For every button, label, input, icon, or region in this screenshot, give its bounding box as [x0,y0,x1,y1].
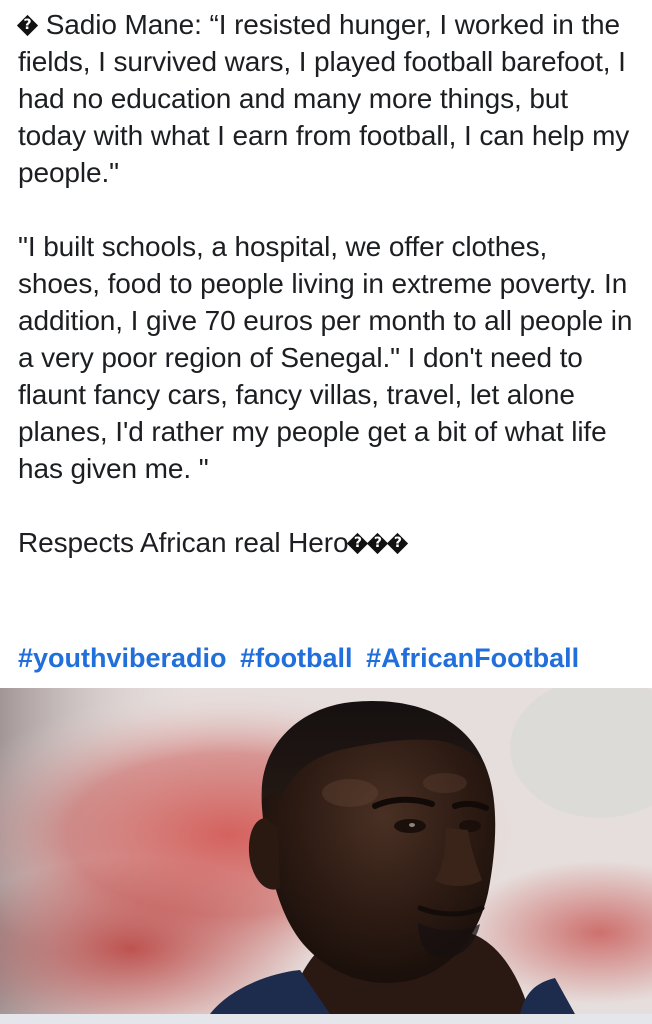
post-paragraph-1-text: Sadio Mane: “I resisted hunger, I worked… [18,9,630,188]
unknown-character-icon [388,533,407,554]
post-body: Sadio Mane: “I resisted hunger, I worked… [18,6,634,561]
post-paragraph-2-text: "I built schools, a hospital, we offer c… [18,231,633,484]
post-paragraph-1: Sadio Mane: “I resisted hunger, I worked… [18,6,634,191]
post-hashtags: #youthviberadio #football #AfricanFootba… [18,640,585,676]
hashtag-football[interactable]: #football [240,643,353,673]
hashtag-youthviberadio[interactable]: #youthviberadio [18,643,227,673]
facebook-post: Sadio Mane: “I resisted hunger, I worked… [0,0,652,1024]
hashtag-african-football[interactable]: #AfricanFootball [366,643,579,673]
photo-bottom-divider [0,1014,652,1024]
post-closing-line: Respects African real Hero [18,524,634,561]
player-portrait-image [0,688,652,1014]
post-photo[interactable] [0,688,652,1014]
unknown-character-icon [18,15,37,36]
unknown-character-icon [348,533,367,554]
post-closing-text: Respects African real Hero [18,527,349,558]
unknown-character-icon [368,533,387,554]
post-paragraph-2: "I built schools, a hospital, we offer c… [18,228,634,487]
